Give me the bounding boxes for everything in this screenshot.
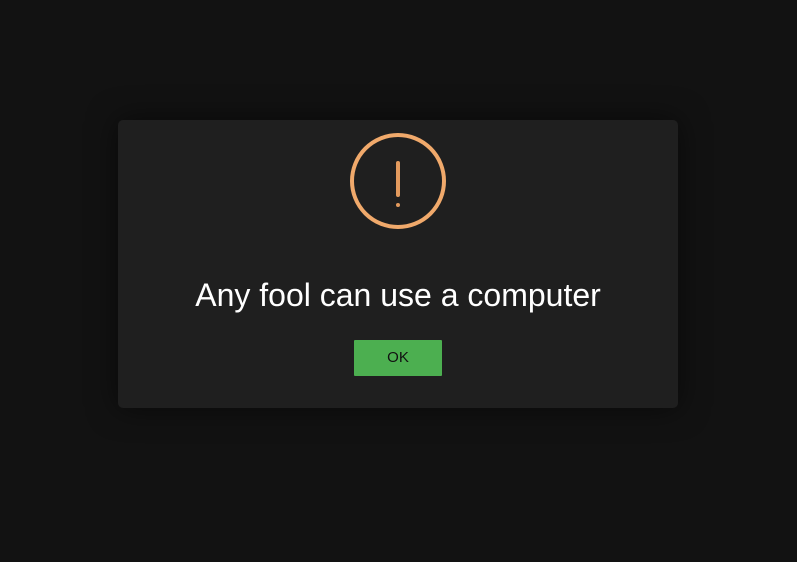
exclamation-dot [396,203,400,207]
warning-icon [350,133,446,229]
exclamation-bar [396,161,400,197]
ok-button[interactable]: OK [354,340,442,376]
alert-dialog: Any fool can use a computer OK [118,120,678,408]
dialog-message: Any fool can use a computer [195,277,601,313]
